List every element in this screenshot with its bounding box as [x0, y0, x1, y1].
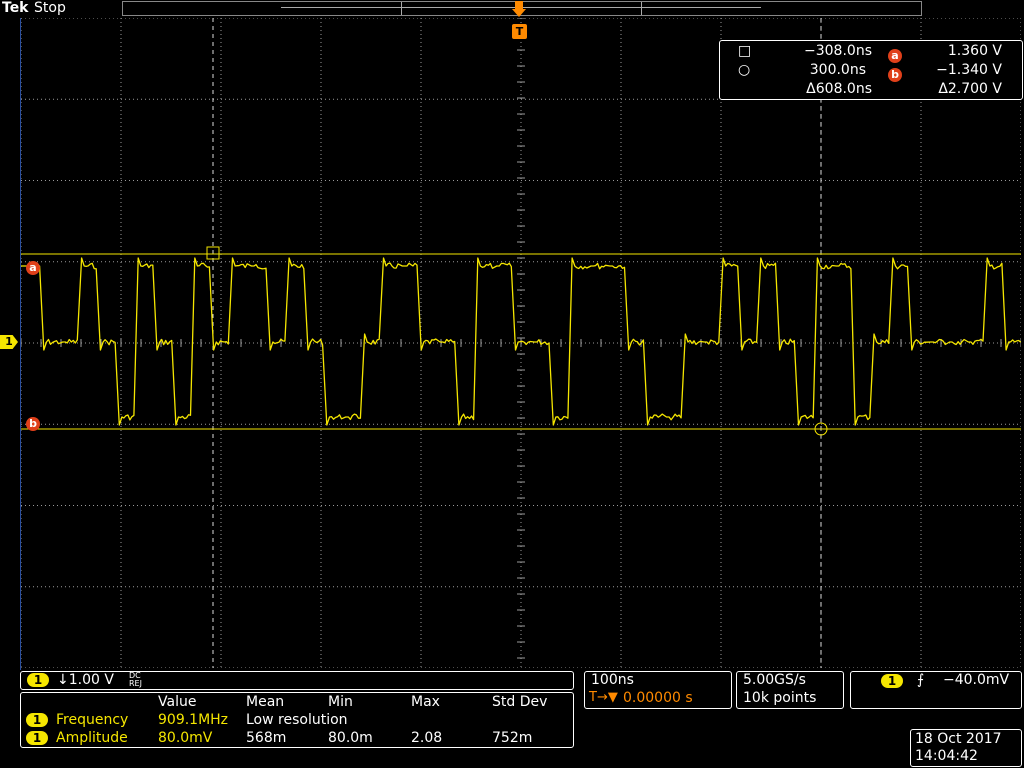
cursor-a-readout-badge: a	[888, 49, 902, 63]
meas-row-2-mean: 568m	[246, 730, 287, 746]
timebase-panel[interactable]: 100ns T→▼ 0.00000 s	[584, 671, 732, 709]
meas-header-value: Value	[158, 694, 197, 710]
meas-header-max: Max	[411, 694, 440, 710]
waveform-display[interactable]	[20, 17, 1022, 669]
meas-row-1-mean: Low resolution	[246, 712, 348, 728]
ch1-badge: 1	[27, 673, 49, 687]
meas-header-std: Std Dev	[492, 694, 548, 710]
meas-row-2-min: 80.0m	[328, 730, 373, 746]
time-text: 14:04:42	[915, 748, 978, 764]
trigger-t-marker[interactable]: T	[512, 24, 527, 39]
horizontal-position: 0.00000 s	[623, 690, 693, 706]
cursor-readout-panel[interactable]: □ −308.0ns a 1.360 V ○ 300.0ns b −1.340 …	[719, 40, 1023, 100]
meas-header-min: Min	[328, 694, 353, 710]
acquisition-status: Stop	[34, 0, 66, 16]
datetime-panel: 18 Oct 2017 14:04:42	[910, 729, 1022, 767]
meas-row-2-std: 752m	[492, 730, 533, 746]
meas-row-2-value: 80.0mV	[158, 730, 213, 746]
cursor-1-time: −308.0ns	[804, 43, 872, 59]
record-length: 10k points	[743, 690, 817, 706]
meas-row-1-badge: 1	[26, 713, 48, 727]
ch1-vertical-scale: ↓1.00 V	[57, 672, 114, 688]
channel-1-scale-panel[interactable]: 1 ↓1.00 V DC REJ	[20, 671, 574, 690]
ch1-coupling: DC REJ	[129, 672, 142, 688]
cursor-1-voltage: 1.360 V	[947, 43, 1002, 59]
cursor-2-circle-icon: ○	[738, 62, 751, 78]
trigger-panel[interactable]: 1 ⨍ −40.0mV	[850, 671, 1022, 709]
meas-header-mean: Mean	[246, 694, 285, 710]
cursor-1-square-icon: □	[738, 43, 752, 59]
measurement-panel[interactable]: Value Mean Min Max Std Dev 1 Frequency 9…	[20, 692, 574, 748]
cursor-delta-time: Δ608.0ns	[806, 81, 872, 97]
meas-row-2-badge: 1	[26, 731, 48, 745]
graticule-svg	[20, 17, 1022, 669]
trigger-position-icon[interactable]	[512, 1, 526, 19]
trigger-position-prefix: T→▼	[589, 690, 618, 705]
trigger-level: −40.0mV	[943, 672, 1010, 688]
acquisition-panel[interactable]: 5.00GS/s 10k points	[736, 671, 844, 709]
cursor-delta-voltage: Δ2.700 V	[938, 81, 1002, 97]
ch1-waveform-trace	[21, 257, 1022, 426]
brand-label: Tek	[2, 0, 29, 16]
cursor-b-marker[interactable]: b	[26, 412, 40, 431]
meas-row-2-name: Amplitude	[56, 730, 128, 746]
sample-rate: 5.00GS/s	[743, 672, 806, 688]
meas-row-1-value: 909.1MHz	[158, 712, 229, 728]
cursor-b-readout-badge: b	[888, 68, 902, 82]
cursor-b-badge: b	[26, 417, 40, 431]
coupling-rej: REJ	[129, 679, 142, 688]
cursor-2-voltage: −1.340 V	[936, 62, 1002, 78]
cursor-a-badge: a	[26, 261, 40, 275]
record-window-left	[401, 2, 402, 15]
cursor-a-marker[interactable]: a	[26, 256, 40, 275]
meas-row-1-name: Frequency	[56, 712, 129, 728]
record-window-right	[641, 2, 642, 15]
horizontal-scale: 100ns	[591, 672, 634, 688]
trigger-source-badge: 1	[881, 674, 903, 688]
cursor-2-time: 300.0ns	[809, 62, 866, 78]
date-text: 18 Oct 2017	[915, 731, 1002, 747]
meas-row-2-max: 2.08	[411, 730, 443, 746]
trigger-slope-icon: ⨍	[917, 672, 925, 688]
